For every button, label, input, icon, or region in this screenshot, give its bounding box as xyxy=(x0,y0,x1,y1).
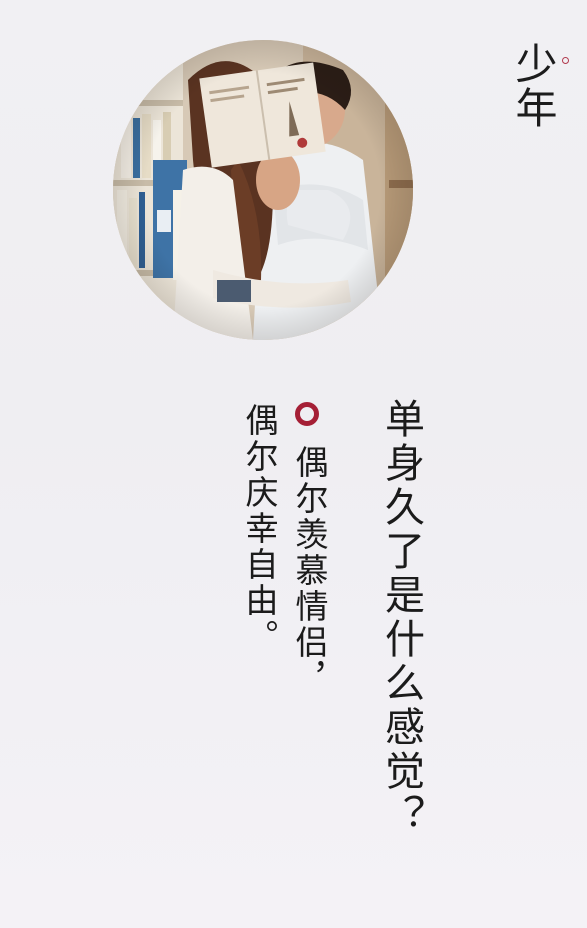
red-ring-bullet-icon xyxy=(295,402,319,426)
couple-kissing-behind-book-image xyxy=(113,40,413,340)
poem-line-2: 偶尔庆幸自由。 xyxy=(240,403,279,655)
brand-title: 少年 xyxy=(509,42,558,130)
headline-vertical-text: 单身久了是什么感觉？ xyxy=(378,398,424,838)
couple-photo xyxy=(113,40,413,340)
small-ring-icon xyxy=(562,57,569,64)
page: 少年 单身久了是什么感觉？ 偶尔羡慕情侣， 偶尔庆幸自由。 xyxy=(0,0,587,928)
poem-line-1: 偶尔羡慕情侣， xyxy=(290,445,329,697)
